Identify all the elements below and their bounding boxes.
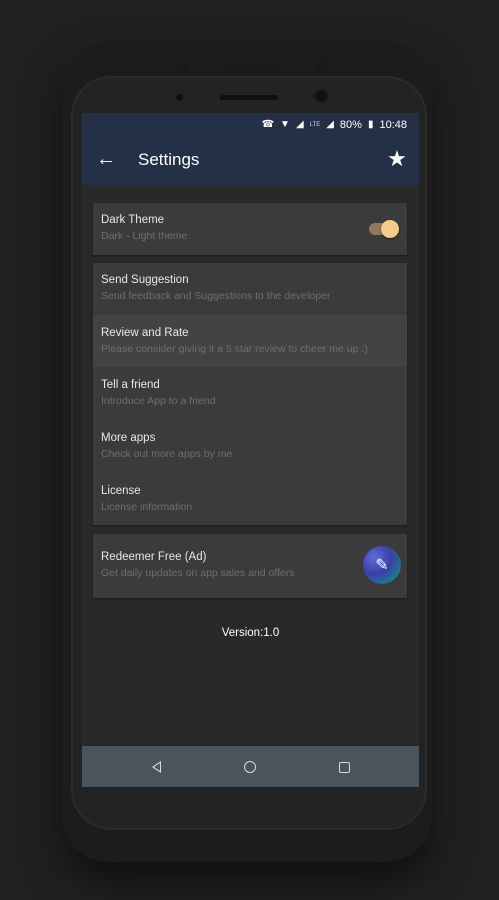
list-item-subtitle: Send feedback and Suggestions to the dev… [101, 290, 331, 302]
back-arrow-icon[interactable]: ← [94, 147, 118, 171]
dark-theme-title: Dark Theme [101, 214, 165, 226]
list-item-subtitle: License information [101, 501, 193, 513]
page-title: Settings [138, 150, 200, 169]
list-item-subtitle: Please consider giving it a 5 star revie… [101, 343, 368, 355]
wifi-icon: ▼ [280, 119, 290, 130]
menu-item-tell-friend[interactable]: Tell a friend Introduce App to a friend [101, 379, 215, 407]
lte-label: LTE [309, 122, 321, 128]
menu-item-review-rate[interactable]: Review and Rate Please consider giving i… [101, 327, 368, 355]
theme-card[interactable]: Dark Theme Dark - Light theme [93, 203, 407, 255]
list-item-subtitle: Introduce App to a friend [101, 395, 216, 407]
rear-camera [315, 59, 329, 73]
front-sensor [176, 94, 183, 101]
list-item-title: More apps [101, 432, 156, 444]
rear-sensor [178, 62, 188, 72]
cellular-icon-2: ◢ [326, 119, 334, 130]
theme-toggle-thumb[interactable] [381, 220, 399, 238]
battery-icon: ▮ [367, 119, 374, 130]
rear-speaker [220, 64, 280, 70]
menu-item-license[interactable]: License License information [101, 485, 192, 513]
app-bar: ← Settings ★ [82, 137, 419, 185]
front-camera [314, 89, 328, 103]
dark-theme-subtitle: Dark - Light theme [101, 230, 188, 242]
menu-card: Send Suggestion Send feedback and Sugges… [93, 263, 407, 525]
list-item-title: Send Suggestion [101, 274, 189, 286]
redeemer-app-icon[interactable]: ✎ [363, 546, 401, 584]
signal-icon: ☎ [261, 119, 275, 130]
phone-screen: ☎ ▼ ◢ LTE ◢ 80% ▮ 10:48 ← Settings ★ Dar… [82, 113, 419, 787]
menu-item-send-suggestion[interactable]: Send Suggestion Send feedback and Sugges… [101, 274, 330, 302]
ad-subtitle: Get daily updates on app sales and offer… [101, 567, 295, 579]
status-bar: ☎ ▼ ◢ LTE ◢ 80% ▮ 10:48 [82, 113, 419, 137]
nav-home-icon[interactable] [239, 756, 261, 778]
list-item-title: License [101, 485, 141, 497]
menu-item-more-apps[interactable]: More apps Check out more apps by me [101, 432, 232, 460]
clock: 10:48 [379, 119, 407, 131]
earpiece-speaker [220, 95, 278, 100]
version-label: Version:1.0 [221, 627, 280, 639]
star-icon[interactable]: ★ [385, 147, 409, 171]
ad-card[interactable]: Redeemer Free (Ad) Get daily updates on … [93, 534, 407, 598]
list-item-subtitle: Check out more apps by me [101, 448, 233, 460]
cellular-icon: ◢ [295, 119, 304, 130]
nav-recent-icon[interactable] [333, 756, 355, 778]
dark-theme-row: Dark Theme Dark - Light theme [101, 214, 187, 242]
battery-percent: 80% [339, 119, 362, 131]
navigation-bar [82, 746, 419, 787]
list-item-title: Tell a friend [101, 379, 160, 391]
ad-title: Redeemer Free (Ad) [101, 551, 207, 563]
ad-row: Redeemer Free (Ad) Get daily updates on … [101, 551, 295, 579]
nav-back-icon[interactable] [145, 756, 167, 778]
list-item-title: Review and Rate [101, 327, 189, 339]
